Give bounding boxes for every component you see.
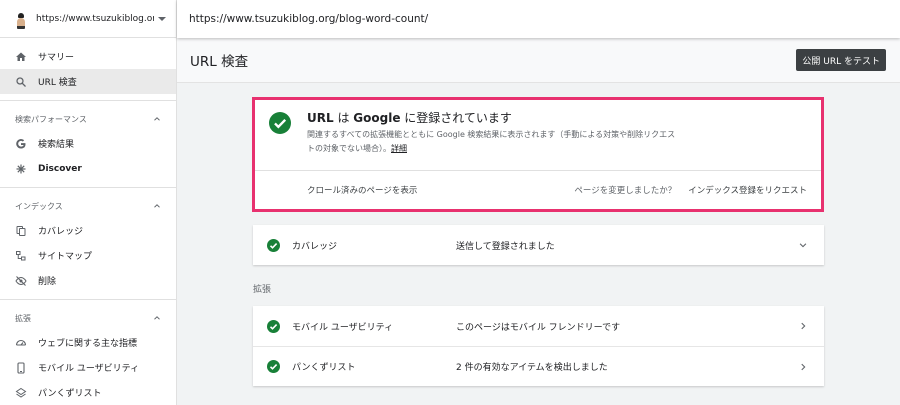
- details-link[interactable]: 詳細: [391, 144, 407, 153]
- sidebar-item-sitemaps[interactable]: サイトマップ: [0, 243, 176, 268]
- search-icon: [15, 76, 27, 88]
- enhancement-row-breadcrumbs[interactable]: パンくずリスト 2 件の有効なアイテムを検出しました: [253, 346, 824, 386]
- sidebar-item-breadcrumbs[interactable]: パンくずリスト: [0, 380, 176, 405]
- view-crawled-page-link[interactable]: クロール済みのページを表示: [307, 184, 417, 196]
- chevron-up-icon: [154, 117, 160, 121]
- index-status-actions: クロール済みのページを表示 ページを変更しましたか？ インデックス登録をリクエス…: [255, 171, 821, 209]
- chevron-up-icon: [154, 204, 160, 208]
- enhancements-card: モバイル ユーザビリティ このページはモバイル フレンドリーです パンくずリスト…: [253, 306, 824, 386]
- index-status-description: 関連するすべての拡張機能とともに Google 検索結果に表示されます（手動によ…: [307, 128, 677, 156]
- page-changed-question: ページを変更しましたか？: [574, 186, 677, 196]
- coverage-card: カバレッジ 送信して登録されました: [253, 225, 824, 265]
- gauge-icon: [15, 337, 27, 349]
- sidebar-item-removals[interactable]: 削除: [0, 268, 176, 293]
- sidebar-item-label: モバイル ユーザビリティ: [38, 364, 140, 374]
- sidebar-item-core-web-vitals[interactable]: ウェブに関する主な指標: [0, 330, 176, 355]
- section-header-index[interactable]: インデックス: [0, 194, 176, 218]
- sidebar-item-search-results[interactable]: 検索結果: [0, 131, 176, 156]
- test-live-url-button[interactable]: 公開 URL をテスト: [796, 49, 886, 71]
- section-title: インデックス: [15, 201, 63, 211]
- sitemap-icon: [15, 250, 27, 262]
- index-status-title: URL は Google に登録されています: [307, 109, 512, 126]
- sidebar-item-label: サマリー: [38, 53, 75, 63]
- row-label: カバレッジ: [292, 241, 338, 252]
- avatar: [14, 12, 28, 29]
- chevron-up-icon: [154, 316, 160, 320]
- sidebar-item-label: パンくずリスト: [38, 389, 102, 399]
- chevron-right-icon: [801, 322, 806, 330]
- phone-icon: [15, 361, 27, 374]
- copy-icon: [15, 225, 27, 237]
- sidebar-item-label: サイトマップ: [38, 252, 93, 262]
- sidebar-item-url-inspection[interactable]: URL 検査: [0, 69, 176, 94]
- property-selector[interactable]: https://www.tsuzukiblog.org/: [0, 0, 176, 38]
- title-brand: Google: [353, 111, 401, 125]
- chevron-right-icon: [801, 363, 806, 370]
- asterisk-icon: [15, 163, 27, 175]
- sidebar-item-label: カバレッジ: [38, 227, 84, 237]
- nav-group-top: サマリー URL 検査: [0, 38, 176, 101]
- sidebar-item-label: URL 検査: [38, 78, 77, 88]
- coverage-row[interactable]: カバレッジ 送信して登録されました: [253, 225, 824, 265]
- nav-group-index: インデックス カバレッジ サイトマップ 削除: [0, 188, 176, 300]
- page-title: URL 検査: [190, 54, 249, 70]
- enhancement-row-mobile-usability[interactable]: モバイル ユーザビリティ このページはモバイル フレンドリーです: [253, 306, 824, 346]
- sidebar-item-summary[interactable]: サマリー: [0, 44, 176, 69]
- title-url: URL: [307, 111, 334, 125]
- sidebar-item-coverage[interactable]: カバレッジ: [0, 218, 176, 243]
- check-circle-icon: [269, 112, 291, 134]
- google-g-icon: [15, 138, 27, 150]
- check-circle-icon: [267, 238, 280, 252]
- check-circle-icon: [267, 319, 280, 333]
- sidebar-item-label: Discover: [38, 163, 82, 174]
- title-particle: は: [333, 111, 354, 125]
- enhancements-label: 拡張: [253, 285, 272, 295]
- eye-off-icon: [15, 275, 27, 287]
- inspect-url-bar[interactable]: https://www.tsuzukiblog.org/blog-word-co…: [177, 0, 900, 38]
- sidebar-item-mobile-usability[interactable]: モバイル ユーザビリティ: [0, 355, 176, 380]
- sidebar-item-discover[interactable]: Discover: [0, 156, 176, 181]
- row-label: モバイル ユーザビリティ: [292, 322, 394, 333]
- row-value: このページはモバイル フレンドリーです: [456, 322, 621, 333]
- title-status: に登録されています: [400, 111, 512, 125]
- property-url: https://www.tsuzukiblog.org/: [36, 13, 154, 24]
- nav-group-search-performance: 検索パフォーマンス 検索結果 Discover: [0, 101, 176, 188]
- index-status-card: URL は Google に登録されています 関連するすべての拡張機能とともに …: [252, 97, 824, 212]
- main-header: URL 検査 公開 URL をテスト: [177, 38, 900, 83]
- sidebar-item-label: 検索結果: [38, 140, 75, 150]
- request-indexing-button[interactable]: インデックス登録をリクエスト: [688, 184, 807, 196]
- section-header-search-performance[interactable]: 検索パフォーマンス: [0, 107, 176, 131]
- row-value: 2 件の有効なアイテムを検出しました: [456, 363, 608, 373]
- section-title: 検索パフォーマンス: [15, 114, 87, 124]
- section-title: 拡張: [15, 313, 31, 323]
- main-content: URL 検査 公開 URL をテスト URL は Google に登録されていま…: [177, 38, 900, 405]
- row-value: 送信して登録されました: [456, 241, 555, 252]
- nav-group-enhancements: 拡張 ウェブに関する主な指標 モバイル ユーザビリティ パンくずリスト: [0, 300, 176, 405]
- inspected-url: https://www.tsuzukiblog.org/blog-word-co…: [189, 13, 429, 25]
- sidebar-item-label: ウェブに関する主な指標: [38, 339, 138, 349]
- section-header-enhancements[interactable]: 拡張: [0, 306, 176, 330]
- sidebar-item-label: 削除: [38, 277, 57, 287]
- chevron-down-icon: [799, 243, 807, 248]
- layers-icon: [15, 387, 27, 399]
- check-circle-icon: [267, 360, 280, 373]
- home-icon: [15, 51, 27, 63]
- caret-down-icon: [158, 16, 166, 21]
- sidebar: https://www.tsuzukiblog.org/ サマリー URL 検査…: [0, 0, 177, 405]
- index-status-summary: URL は Google に登録されています 関連するすべての拡張機能とともに …: [255, 100, 821, 171]
- row-label: パンくずリスト: [292, 363, 356, 373]
- description-text: 関連するすべての拡張機能とともに Google 検索結果に表示されます（手動によ…: [307, 130, 676, 153]
